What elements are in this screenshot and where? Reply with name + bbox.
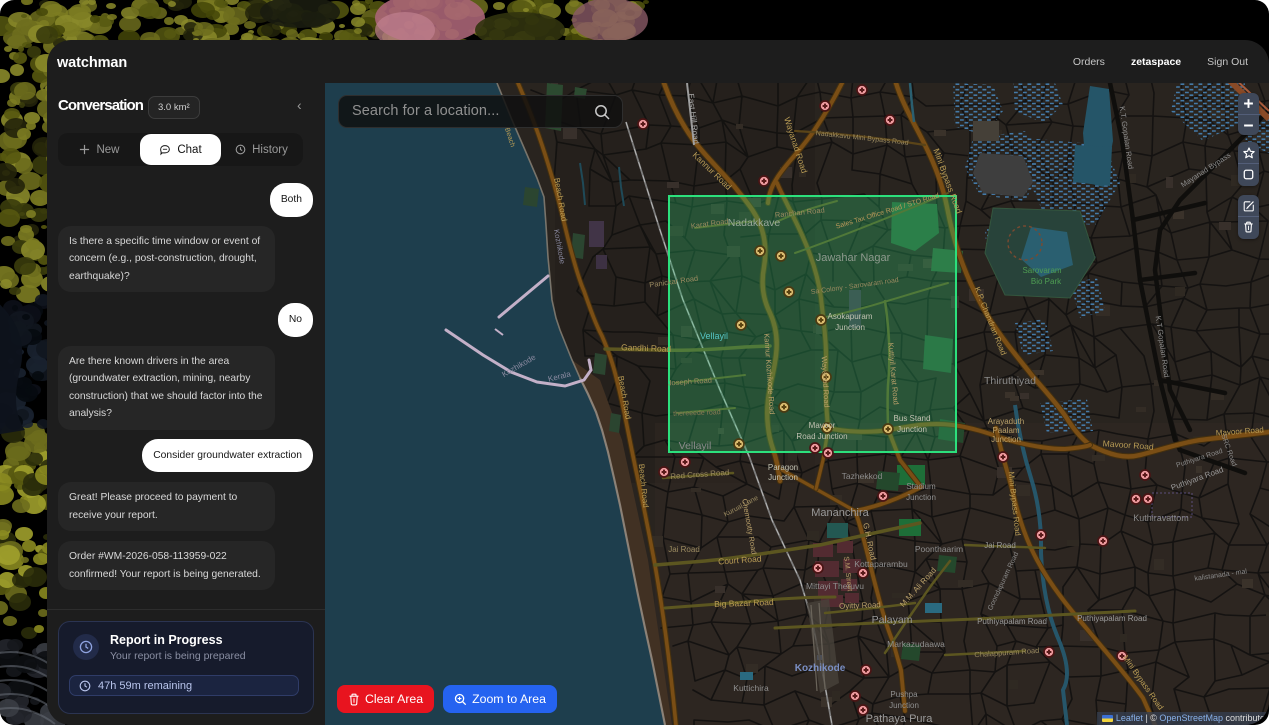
svg-text:Big Bazar Road: Big Bazar Road xyxy=(714,597,774,609)
svg-text:Tazhekkod: Tazhekkod xyxy=(842,471,883,481)
svg-text:Puthiyapalam Road: Puthiyapalam Road xyxy=(1077,614,1147,623)
svg-text:Junction: Junction xyxy=(906,493,936,502)
svg-text:Vellayil: Vellayil xyxy=(679,440,712,452)
svg-text:Stadium: Stadium xyxy=(906,482,936,491)
svg-text:Puthiyapalam Road: Puthiyapalam Road xyxy=(977,617,1047,626)
svg-text:Kottaparambu: Kottaparambu xyxy=(854,559,908,569)
svg-text:Jai Road: Jai Road xyxy=(984,541,1016,550)
svg-text:Kuthiravattom: Kuthiravattom xyxy=(1133,513,1189,523)
svg-text:Pushpa: Pushpa xyxy=(890,690,918,699)
svg-text:Kuttichira: Kuttichira xyxy=(733,683,769,693)
svg-text:Gandhi Road: Gandhi Road xyxy=(621,342,672,354)
svg-text:Junction: Junction xyxy=(835,323,865,332)
svg-text:Junction: Junction xyxy=(897,425,927,434)
svg-text:Bio Park: Bio Park xyxy=(1031,277,1062,286)
svg-text:Thiruthiyad: Thiruthiyad xyxy=(984,375,1036,387)
svg-text:Mananchira: Mananchira xyxy=(811,507,869,519)
svg-text:Junction: Junction xyxy=(889,701,919,710)
svg-text:Paragon: Paragon xyxy=(768,463,798,472)
svg-text:Asokapuram: Asokapuram xyxy=(828,312,873,321)
svg-text:Vellayil: Vellayil xyxy=(700,331,728,341)
svg-text:Mittayi Theruvu: Mittayi Theruvu xyxy=(806,581,864,591)
svg-text:Pathaya Pura: Pathaya Pura xyxy=(866,713,934,725)
svg-text:Poonthaarim: Poonthaarim xyxy=(915,544,963,554)
svg-text:Sarovaram: Sarovaram xyxy=(1022,266,1061,275)
svg-text:Mavoor: Mavoor xyxy=(809,421,836,430)
svg-text:Junction: Junction xyxy=(768,473,798,482)
svg-text:Kozhikode: Kozhikode xyxy=(795,663,846,674)
svg-text:Jai Road: Jai Road xyxy=(668,545,700,554)
svg-text:Paalam: Paalam xyxy=(992,426,1019,435)
svg-text:Nadakkave: Nadakkave xyxy=(728,217,781,229)
svg-text:Road Junction: Road Junction xyxy=(796,432,847,441)
svg-text:Jawahar Nagar: Jawahar Nagar xyxy=(816,252,891,264)
svg-text:Junction: Junction xyxy=(991,435,1021,444)
svg-text:Bus Stand: Bus Stand xyxy=(894,414,931,423)
svg-text:Oyitty Road: Oyitty Road xyxy=(839,600,881,610)
svg-text:Palayam: Palayam xyxy=(872,614,913,626)
svg-text:Arayaduth: Arayaduth xyxy=(988,417,1024,426)
svg-text:Markazudaawa: Markazudaawa xyxy=(887,639,945,649)
